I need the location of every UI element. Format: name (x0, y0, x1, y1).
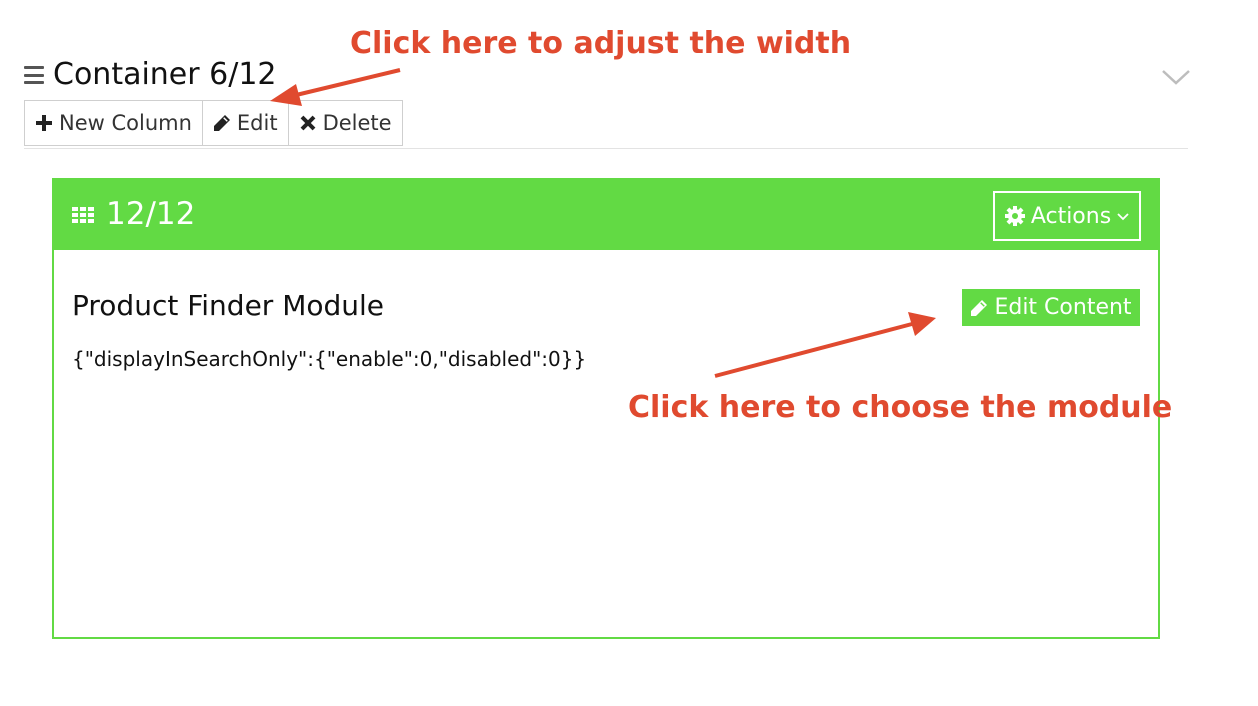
container-toolbar: New Column Edit Delete (24, 100, 403, 146)
gear-icon (1004, 206, 1025, 226)
grid-icon (72, 207, 94, 223)
pencil-icon (971, 299, 988, 316)
new-column-label: New Column (59, 111, 192, 135)
chevron-down-icon (1117, 213, 1129, 221)
column-width-label: 12/12 (106, 196, 196, 232)
module-title: Product Finder Module (72, 289, 385, 322)
actions-label: Actions (1030, 203, 1112, 229)
delete-container-button[interactable]: Delete (289, 101, 402, 145)
container-title: Container 6/12 (53, 57, 277, 92)
column-header: 12/12 Actions (54, 180, 1158, 250)
delete-label: Delete (322, 111, 392, 135)
chevron-down-icon[interactable] (1160, 62, 1192, 92)
edit-content-button[interactable]: Edit Content (962, 289, 1140, 326)
edit-content-label: Edit Content (994, 295, 1132, 320)
actions-dropdown-button[interactable]: Actions (993, 191, 1141, 241)
close-icon (300, 115, 315, 131)
edit-container-button[interactable]: Edit (203, 101, 289, 145)
drag-handle-icon[interactable] (24, 66, 44, 84)
toolbar-divider (24, 148, 1188, 149)
annotation-adjust-width: Click here to adjust the width (350, 26, 852, 61)
module-config-text: {"displayInSearchOnly":{"enable":0,"disa… (72, 347, 587, 371)
pencil-icon (213, 115, 230, 131)
annotation-choose-module: Click here to choose the module (628, 390, 1173, 425)
edit-label: Edit (236, 111, 278, 135)
new-column-button[interactable]: New Column (25, 101, 203, 145)
plus-icon (36, 115, 52, 131)
